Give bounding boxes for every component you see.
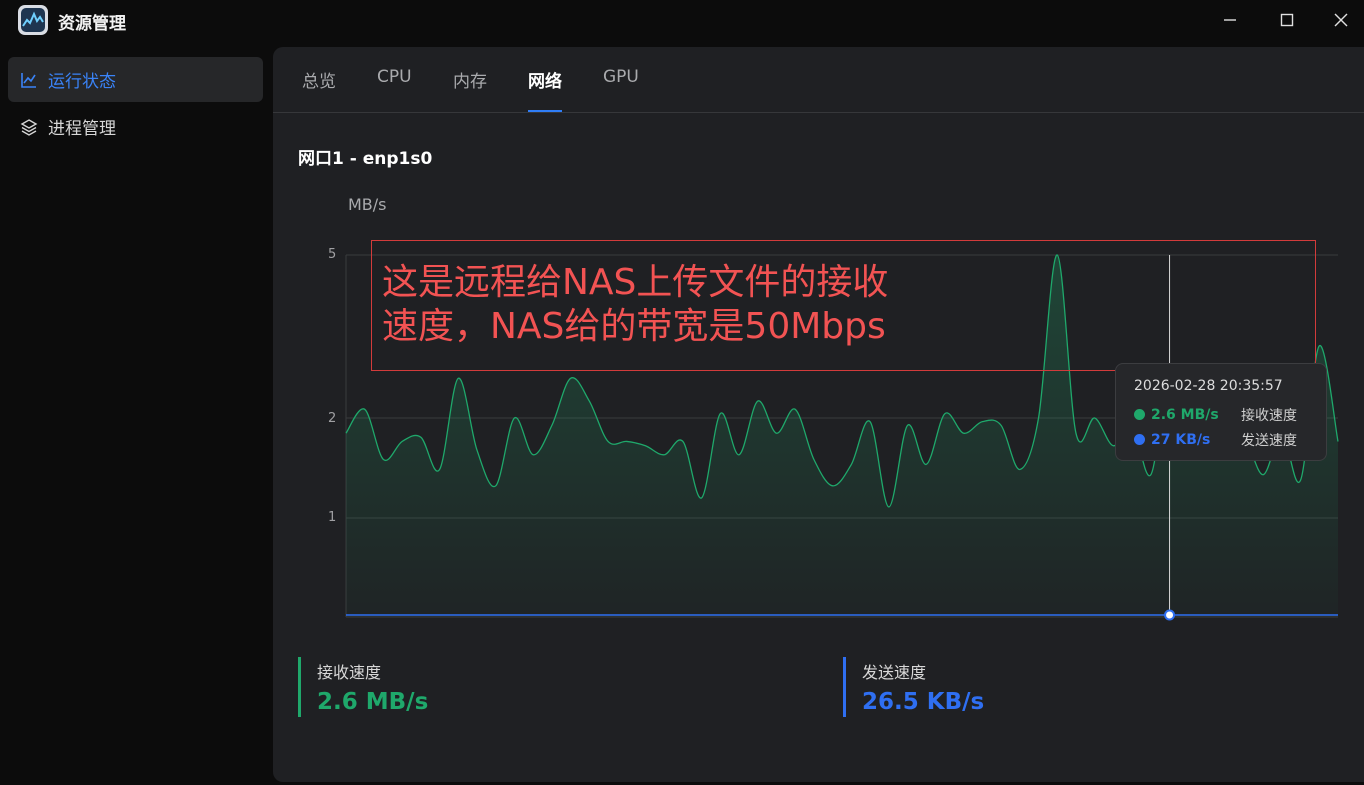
tooltip-tx-label: 发送速度 (1241, 432, 1297, 449)
line-chart-icon (20, 71, 38, 89)
rx-stat-label: 接收速度 (317, 663, 382, 682)
rx-stat: 接收速度 2.6 MB/s (298, 657, 428, 717)
minimize-button[interactable] (1207, 0, 1253, 40)
tx-stat-value: 26.5 KB/s (862, 689, 985, 715)
tab-overview[interactable]: 总览 (302, 67, 336, 112)
tx-stat: 发送速度 26.5 KB/s (843, 657, 984, 717)
app-icon (18, 5, 48, 35)
minimize-icon (1224, 19, 1236, 21)
rx-dot-icon (1134, 409, 1145, 420)
title-bar: 资源管理 (0, 0, 1364, 40)
tx-stat-label: 发送速度 (862, 663, 927, 682)
y-axis-unit: MB/s (348, 195, 387, 214)
tx-dot-icon (1134, 434, 1145, 445)
tab-network[interactable]: 网络 (528, 67, 562, 112)
interface-title: 网口1 - enp1s0 (298, 149, 433, 169)
chart-tooltip: 2026-02-28 20:35:57 2.6 MB/s 接收速度 27 KB/… (1115, 363, 1327, 461)
sidebar-item-label: 进程管理 (48, 119, 116, 139)
rx-stat-value: 2.6 MB/s (317, 689, 429, 715)
sidebar-item-label: 运行状态 (48, 72, 116, 92)
maximize-button[interactable] (1264, 0, 1310, 40)
tab-cpu[interactable]: CPU (377, 67, 412, 112)
tooltip-rx-value: 2.6 MB/s (1151, 406, 1219, 423)
annotation-line-2: 速度，NAS给的带宽是50Mbps (382, 306, 886, 347)
app-title: 资源管理 (58, 14, 126, 34)
tooltip-tx-value: 27 KB/s (1151, 431, 1211, 448)
tx-hover-point (1164, 609, 1176, 621)
annotation-box: 这是远程给NAS上传文件的接收 速度，NAS给的带宽是50Mbps (371, 240, 1316, 371)
sidebar-item-status[interactable]: 运行状态 (8, 57, 263, 102)
annotation-line-1: 这是远程给NAS上传文件的接收 (382, 262, 889, 303)
tooltip-rx-label: 接收速度 (1241, 407, 1297, 424)
tooltip-rx-row: 2.6 MB/s 接收速度 (1134, 402, 1326, 427)
close-button[interactable] (1318, 0, 1364, 40)
tab-gpu[interactable]: GPU (603, 67, 639, 112)
layers-icon (20, 118, 38, 136)
tooltip-timestamp: 2026-02-28 20:35:57 (1134, 378, 1283, 394)
close-icon (1334, 13, 1348, 27)
tab-bar: 总览 CPU 内存 网络 GPU (273, 47, 1364, 113)
tooltip-tx-row: 27 KB/s 发送速度 (1134, 427, 1326, 452)
sidebar-item-process[interactable]: 进程管理 (8, 104, 263, 149)
maximize-icon (1280, 13, 1294, 27)
main-panel: 总览 CPU 内存 网络 GPU 网口1 - enp1s0 MB/s 5 2 1… (273, 47, 1364, 782)
tab-memory[interactable]: 内存 (453, 67, 487, 112)
